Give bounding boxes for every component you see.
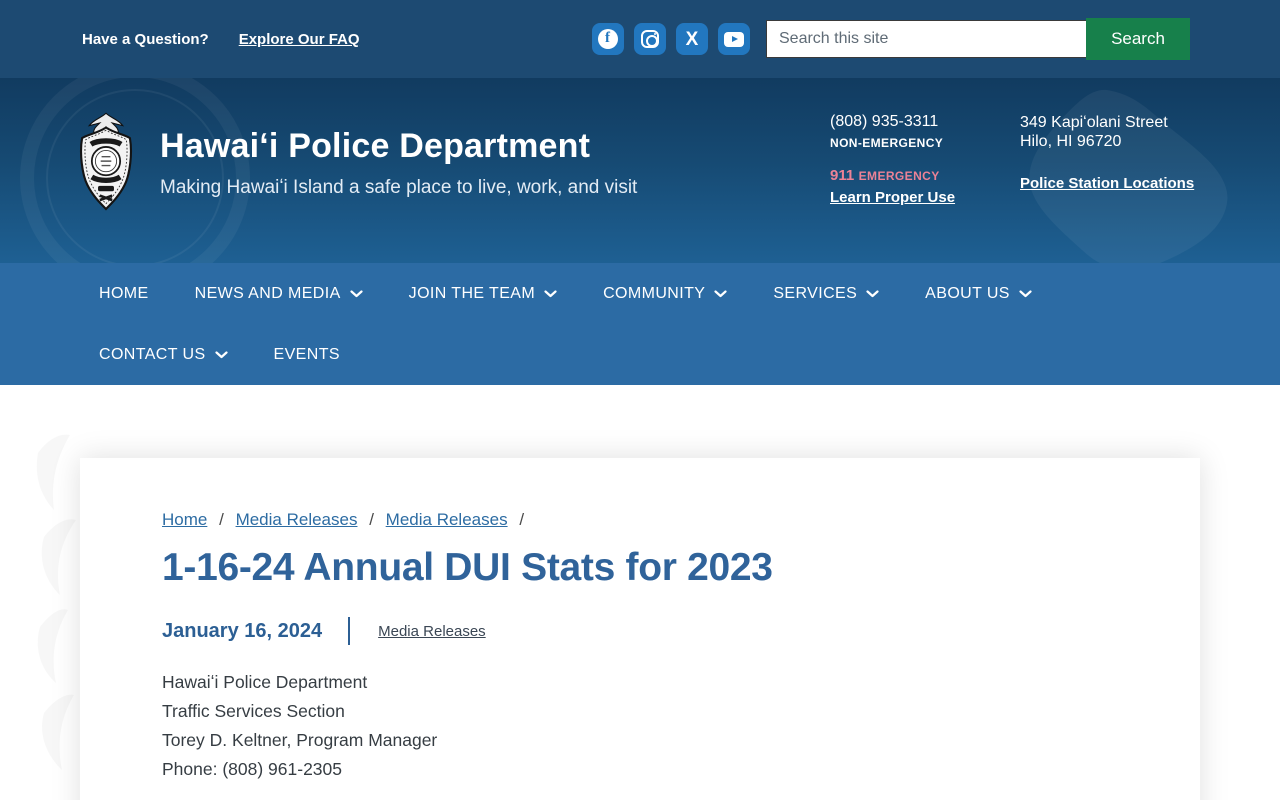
police-badge-logo [79, 112, 133, 211]
body-line-manager: Torey D. Keltner, Program Manager [162, 730, 438, 750]
x-twitter-link[interactable]: X [676, 23, 708, 55]
police-station-locations-link[interactable]: Police Station Locations [1020, 175, 1194, 192]
breadcrumb-media-releases-link[interactable]: Media Releases [236, 510, 358, 529]
instagram-link[interactable] [634, 23, 666, 55]
site-search-form: Search [766, 18, 1190, 60]
nav-item-about-us[interactable]: ABOUT US [925, 285, 1032, 303]
nav-item-join-the-team[interactable]: JOIN THE TEAM [409, 285, 557, 303]
address-info-column: 349 Kapiʻolani Street Hilo, HI 96720 Pol… [1020, 113, 1194, 193]
nav-label: ABOUT US [925, 284, 1010, 302]
facebook-link[interactable] [592, 23, 624, 55]
chevron-down-icon [214, 350, 228, 358]
site-title: Hawaiʻi Police Department [160, 127, 591, 165]
learn-proper-use-link[interactable]: Learn Proper Use [830, 189, 955, 206]
meta-divider [348, 617, 351, 645]
nav-item-news-and-media[interactable]: NEWS AND MEDIA [195, 285, 363, 303]
emergency-label: EMERGENCY [858, 169, 940, 183]
address-city: Hilo, HI 96720 [1020, 133, 1122, 150]
page-title: 1-16-24 Annual DUI Stats for 2023 [162, 546, 773, 589]
breadcrumb-separator: / [219, 510, 224, 529]
content-card: Home / Media Releases / Media Releases /… [80, 458, 1200, 800]
chevron-down-icon [866, 289, 879, 297]
phone-info-column: (808) 935-3311 NON-EMERGENCY 911 EMERGEN… [830, 113, 955, 207]
breadcrumb-media-releases-link-2[interactable]: Media Releases [386, 510, 508, 529]
site-identity: Hawaiʻi Police Department Making Hawaiʻi… [160, 127, 637, 199]
nav-label: COMMUNITY [603, 284, 706, 302]
body-line-section: Traffic Services Section [162, 701, 345, 721]
top-utility-bar: Have a Question? Explore Our FAQ X Searc… [0, 0, 1280, 78]
facebook-icon [598, 29, 618, 49]
non-emergency-label: NON-EMERGENCY [830, 136, 944, 150]
page-background: Home / Media Releases / Media Releases /… [0, 385, 1280, 800]
nav-label: EVENTS [273, 345, 340, 363]
nav-item-community[interactable]: COMMUNITY [603, 285, 727, 303]
youtube-icon [724, 31, 744, 47]
chevron-down-icon [544, 289, 557, 297]
breadcrumb-separator: / [369, 510, 374, 529]
search-input[interactable] [766, 20, 1086, 58]
post-body: Hawaiʻi Police Department Traffic Servic… [162, 668, 1200, 784]
nav-row-1: HOME NEWS AND MEDIA JOIN THE TEAM COMMUN… [99, 263, 1280, 324]
breadcrumb-separator: / [519, 510, 525, 529]
body-line-phone: Phone: (808) 961-2305 [162, 759, 342, 779]
nav-label: SERVICES [773, 284, 858, 302]
faq-prompt-group: Have a Question? Explore Our FAQ [82, 31, 360, 48]
nav-item-contact-us[interactable]: CONTACT US [99, 346, 228, 364]
breadcrumb: Home / Media Releases / Media Releases / [162, 510, 1200, 530]
nav-item-services[interactable]: SERVICES [773, 285, 879, 303]
body-line-department: Hawaiʻi Police Department [162, 672, 368, 692]
chevron-down-icon [1019, 289, 1032, 297]
chevron-down-icon [350, 289, 363, 297]
address-street: 349 Kapiʻolani Street [1020, 114, 1168, 131]
social-links: X [592, 23, 750, 55]
nav-item-events[interactable]: EVENTS [274, 346, 340, 364]
breadcrumb-home-link[interactable]: Home [162, 510, 207, 529]
instagram-icon [641, 30, 659, 48]
main-navigation: HOME NEWS AND MEDIA JOIN THE TEAM COMMUN… [0, 263, 1280, 385]
emergency-row: 911 EMERGENCY [830, 167, 955, 185]
post-date: January 16, 2024 [162, 619, 323, 642]
topbar-right-group: X Search [592, 18, 1190, 60]
post-meta-row: January 16, 2024 Media Releases [162, 617, 1200, 645]
explore-faq-link[interactable]: Explore Our FAQ [239, 31, 360, 48]
nav-label: JOIN THE TEAM [408, 284, 536, 302]
search-button[interactable]: Search [1086, 18, 1190, 60]
non-emergency-phone: (808) 935-3311 [830, 113, 939, 130]
category-media-releases-link[interactable]: Media Releases [378, 623, 486, 640]
nav-label: HOME [99, 284, 149, 302]
chevron-down-icon [714, 289, 727, 297]
site-header: Hawaiʻi Police Department Making Hawaiʻi… [0, 78, 1280, 263]
nav-row-2: CONTACT US EVENTS [99, 324, 1280, 385]
nav-item-home[interactable]: HOME [99, 285, 149, 303]
site-tagline: Making Hawaiʻi Island a safe place to li… [160, 177, 638, 198]
emergency-number: 911 [830, 167, 855, 184]
nav-label: CONTACT US [99, 345, 206, 363]
x-twitter-icon: X [685, 28, 699, 50]
nav-label: NEWS AND MEDIA [194, 284, 341, 302]
youtube-link[interactable] [718, 23, 750, 55]
have-a-question-text: Have a Question? [82, 30, 209, 48]
